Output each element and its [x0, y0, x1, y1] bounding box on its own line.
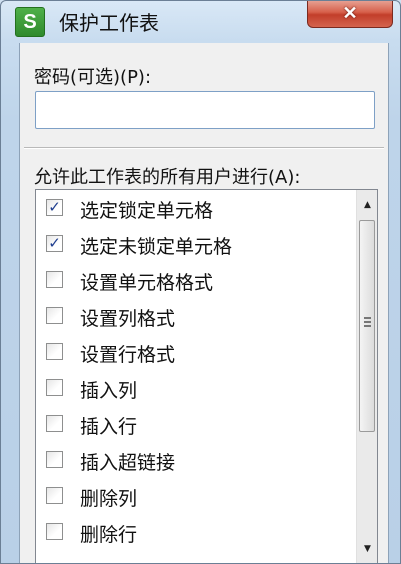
list-item-label: 插入超链接: [80, 452, 176, 474]
scrollbar-thumb[interactable]: [359, 220, 375, 432]
password-field[interactable]: [35, 91, 375, 129]
permissions-list[interactable]: ✓ 选定锁定单元格 ✓ 选定未锁定单元格 设置单元格格式 设置列格式 设置行格式…: [35, 189, 378, 563]
list-item[interactable]: ✓ 选定未锁定单元格: [36, 226, 348, 262]
checkbox[interactable]: ✓: [46, 199, 63, 216]
list-item[interactable]: ✓ 选定锁定单元格: [36, 190, 348, 226]
list-item-label: 选定未锁定单元格: [80, 236, 233, 258]
list-item-label: 删除列: [80, 488, 138, 510]
list-item-label: 插入列: [80, 380, 138, 402]
list-item-label: 删除行: [80, 524, 138, 546]
dialog-body: 密码(可选)(P): 允许此工作表的所有用户进行(A): ✓ 选定锁定单元格 ✓…: [19, 43, 389, 563]
checkbox[interactable]: [46, 307, 63, 324]
list-item-label: 插入行: [80, 416, 138, 438]
vertical-scrollbar[interactable]: ▲ ▼: [356, 190, 377, 563]
list-item-label: 设置单元格格式: [80, 272, 214, 294]
scroll-down-arrow-icon[interactable]: ▼: [357, 538, 377, 560]
wps-spreadsheet-logo-icon: S: [15, 7, 45, 37]
close-icon: ✕: [342, 3, 358, 23]
checkbox[interactable]: [46, 379, 63, 396]
checkbox[interactable]: [46, 487, 63, 504]
permissions-label: 允许此工作表的所有用户进行(A):: [34, 167, 301, 188]
grip-icon: [364, 317, 371, 327]
separator: [24, 147, 384, 149]
list-item-label: 设置列格式: [80, 308, 176, 330]
checkbox[interactable]: [46, 271, 63, 288]
dialog-title: 保护工作表: [59, 11, 159, 35]
scroll-up-arrow-icon[interactable]: ▲: [357, 194, 377, 216]
list-item[interactable]: 设置行格式: [36, 334, 348, 370]
checkbox[interactable]: [46, 415, 63, 432]
list-item[interactable]: 删除行: [36, 514, 348, 550]
checkbox[interactable]: [46, 451, 63, 468]
close-button[interactable]: ✕: [307, 1, 393, 28]
list-item-label: 选定锁定单元格: [80, 200, 214, 222]
password-label: 密码(可选)(P):: [34, 67, 152, 88]
list-item[interactable]: 删除列: [36, 478, 348, 514]
list-item[interactable]: 插入行: [36, 406, 348, 442]
title-bar[interactable]: S 保护工作表 ✕: [1, 1, 400, 41]
list-item[interactable]: 设置列格式: [36, 298, 348, 334]
list-item[interactable]: 插入列: [36, 370, 348, 406]
list-item-label: 设置行格式: [80, 344, 176, 366]
protect-sheet-dialog: S 保护工作表 ✕ 密码(可选)(P): 允许此工作表的所有用户进行(A): ✓…: [0, 0, 401, 564]
checkbox[interactable]: ✓: [46, 235, 63, 252]
checkbox[interactable]: [46, 343, 63, 360]
checkbox[interactable]: [46, 523, 63, 540]
list-item[interactable]: 插入超链接: [36, 442, 348, 478]
list-item[interactable]: 设置单元格格式: [36, 262, 348, 298]
